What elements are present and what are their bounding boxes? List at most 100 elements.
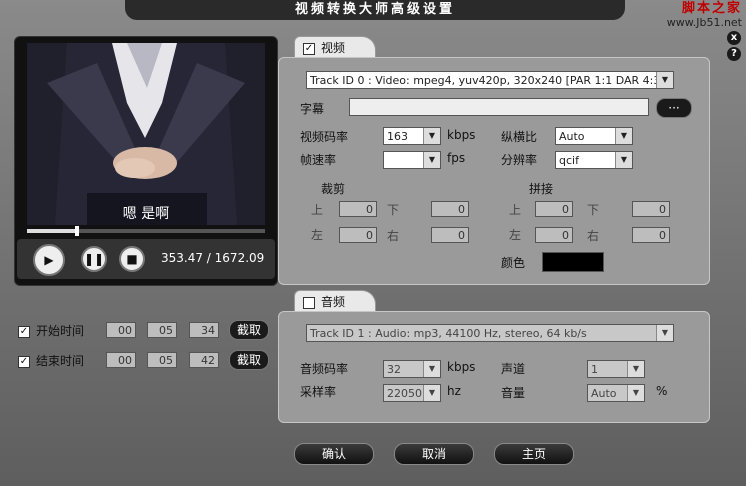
stop-icon: ■	[126, 252, 138, 266]
video-enable-checkbox[interactable]: ✓	[303, 42, 315, 55]
video-frame-image	[27, 43, 265, 225]
crop-top-field[interactable]: 0	[339, 201, 377, 217]
crop-bottom-field[interactable]: 0	[431, 201, 469, 217]
pad-left-label: 左	[509, 228, 522, 242]
volume-select[interactable]: Auto ▼	[587, 384, 645, 402]
pad-right-label: 右	[587, 229, 600, 243]
audio-enable-checkbox[interactable]	[303, 296, 315, 309]
crop-right-field[interactable]: 0	[431, 227, 469, 243]
frame-rate-unit: fps	[447, 151, 466, 165]
audio-bitrate-value: 32	[387, 363, 401, 376]
video-preview-player: 嗯 是啊 ▶ ❚❚ ■ 353.47 / 1672.09	[14, 36, 278, 286]
chevron-down-icon: ▼	[627, 385, 644, 401]
start-minutes-field[interactable]: 05	[147, 322, 177, 338]
subtitle-label: 字幕	[300, 102, 325, 116]
stop-button[interactable]: ■	[119, 246, 145, 272]
cancel-button[interactable]: 取消	[394, 443, 474, 465]
video-bitrate-label: 视频码率	[300, 130, 349, 144]
crop-title: 裁剪	[321, 182, 346, 196]
video-settings-panel: Track ID 0 : Video: mpeg4, yuv420p, 320x…	[278, 57, 710, 285]
pad-title: 拼接	[529, 182, 554, 196]
watermark-line2: www.Jb51.net	[666, 16, 742, 29]
start-time-label: 开始时间	[36, 324, 85, 338]
chevron-down-icon: ▼	[423, 361, 440, 377]
audio-tab[interactable]: 音频	[294, 290, 376, 313]
video-bitrate-select[interactable]: 163 ▼	[383, 127, 441, 145]
aspect-ratio-value: Auto	[559, 130, 585, 143]
pad-bottom-field[interactable]: 0	[632, 201, 670, 217]
end-minutes-field[interactable]: 05	[147, 352, 177, 368]
pad-top-field[interactable]: 0	[535, 201, 573, 217]
video-bitrate-unit: kbps	[447, 128, 476, 142]
start-seconds-field[interactable]: 34	[189, 322, 219, 338]
chevron-down-icon: ▼	[423, 385, 440, 401]
sample-rate-label: 采样率	[300, 385, 337, 399]
crop-right-label: 右	[387, 229, 400, 243]
audio-track-select[interactable]: Track ID 1 : Audio: mp3, 44100 Hz, stere…	[306, 324, 674, 342]
crop-bottom-label: 下	[387, 203, 400, 217]
chevron-down-icon: ▼	[656, 72, 673, 88]
end-time-checkbox[interactable]: ✓	[18, 355, 30, 368]
capture-end-button[interactable]: 截取	[229, 350, 269, 370]
window-title: 视频转换大师高级设置	[125, 0, 625, 20]
crop-top-label: 上	[311, 203, 324, 217]
sample-rate-select[interactable]: 22050 ▼	[383, 384, 441, 402]
volume-label: 音量	[501, 386, 526, 400]
subtitle-browse-button[interactable]: ···	[656, 98, 692, 118]
crop-left-field[interactable]: 0	[339, 227, 377, 243]
audio-settings-panel: Track ID 1 : Audio: mp3, 44100 Hz, stere…	[278, 311, 710, 423]
chevron-down-icon: ▼	[615, 152, 632, 168]
subtitle-file-field[interactable]	[349, 98, 649, 116]
start-hours-field[interactable]: 00	[106, 322, 136, 338]
video-tab-label: 视频	[321, 41, 346, 55]
end-hours-field[interactable]: 00	[106, 352, 136, 368]
pause-button[interactable]: ❚❚	[81, 246, 107, 272]
pad-bottom-label: 下	[587, 203, 600, 217]
video-tab[interactable]: ✓ 视频	[294, 36, 376, 59]
progress-fill	[27, 229, 77, 233]
sample-rate-value: 22050	[387, 387, 422, 400]
resolution-value: qcif	[559, 154, 579, 167]
video-frame: 嗯 是啊	[27, 43, 265, 225]
start-time-checkbox[interactable]: ✓	[18, 325, 30, 338]
video-track-select[interactable]: Track ID 0 : Video: mpeg4, yuv420p, 320x…	[306, 71, 674, 89]
audio-track-value: Track ID 1 : Audio: mp3, 44100 Hz, stere…	[310, 327, 587, 340]
watermark-line1: 脚本之家	[681, 1, 742, 16]
frame-rate-label: 帧速率	[300, 153, 337, 167]
end-time-label: 结束时间	[36, 354, 85, 368]
chevron-down-icon: ▼	[615, 128, 632, 144]
help-icon[interactable]: ?	[727, 47, 741, 61]
subtitle-overlay: 嗯 是啊	[122, 206, 170, 222]
video-bitrate-value: 163	[387, 130, 408, 143]
audio-bitrate-unit: kbps	[447, 360, 476, 374]
play-button[interactable]: ▶	[33, 244, 65, 276]
site-watermark: 脚本之家 www.Jb51.net	[667, 2, 742, 30]
chevron-down-icon: ▼	[423, 152, 440, 168]
pause-icon: ❚❚	[83, 252, 105, 266]
audio-bitrate-select[interactable]: 32 ▼	[383, 360, 441, 378]
progress-handle[interactable]	[74, 226, 79, 236]
home-button[interactable]: 主页	[494, 443, 574, 465]
pad-left-field[interactable]: 0	[535, 227, 573, 243]
pad-color-swatch[interactable]	[542, 252, 604, 272]
ok-button[interactable]: 确认	[294, 443, 374, 465]
settings-window: 视频转换大师高级设置 脚本之家 www.Jb51.net x ? 嗯 是啊 ▶ …	[0, 0, 746, 486]
frame-rate-select[interactable]: ▼	[383, 151, 441, 169]
channel-value: 1	[591, 363, 598, 376]
end-seconds-field[interactable]: 42	[189, 352, 219, 368]
playback-controls: ▶ ❚❚ ■ 353.47 / 1672.09	[17, 239, 275, 279]
aspect-ratio-label: 纵横比	[501, 130, 538, 144]
audio-tab-label: 音频	[321, 295, 346, 309]
crop-left-label: 左	[311, 228, 324, 242]
channel-select[interactable]: 1 ▼	[587, 360, 645, 378]
sample-rate-unit: hz	[447, 384, 461, 398]
aspect-ratio-select[interactable]: Auto ▼	[555, 127, 633, 145]
close-icon[interactable]: x	[727, 31, 741, 45]
chevron-down-icon: ▼	[656, 325, 673, 341]
playback-progress-bar[interactable]	[27, 226, 265, 236]
capture-start-button[interactable]: 截取	[229, 320, 269, 340]
pad-right-field[interactable]: 0	[632, 227, 670, 243]
volume-unit: %	[656, 384, 668, 398]
video-track-value: Track ID 0 : Video: mpeg4, yuv420p, 320x…	[310, 74, 665, 87]
resolution-select[interactable]: qcif ▼	[555, 151, 633, 169]
